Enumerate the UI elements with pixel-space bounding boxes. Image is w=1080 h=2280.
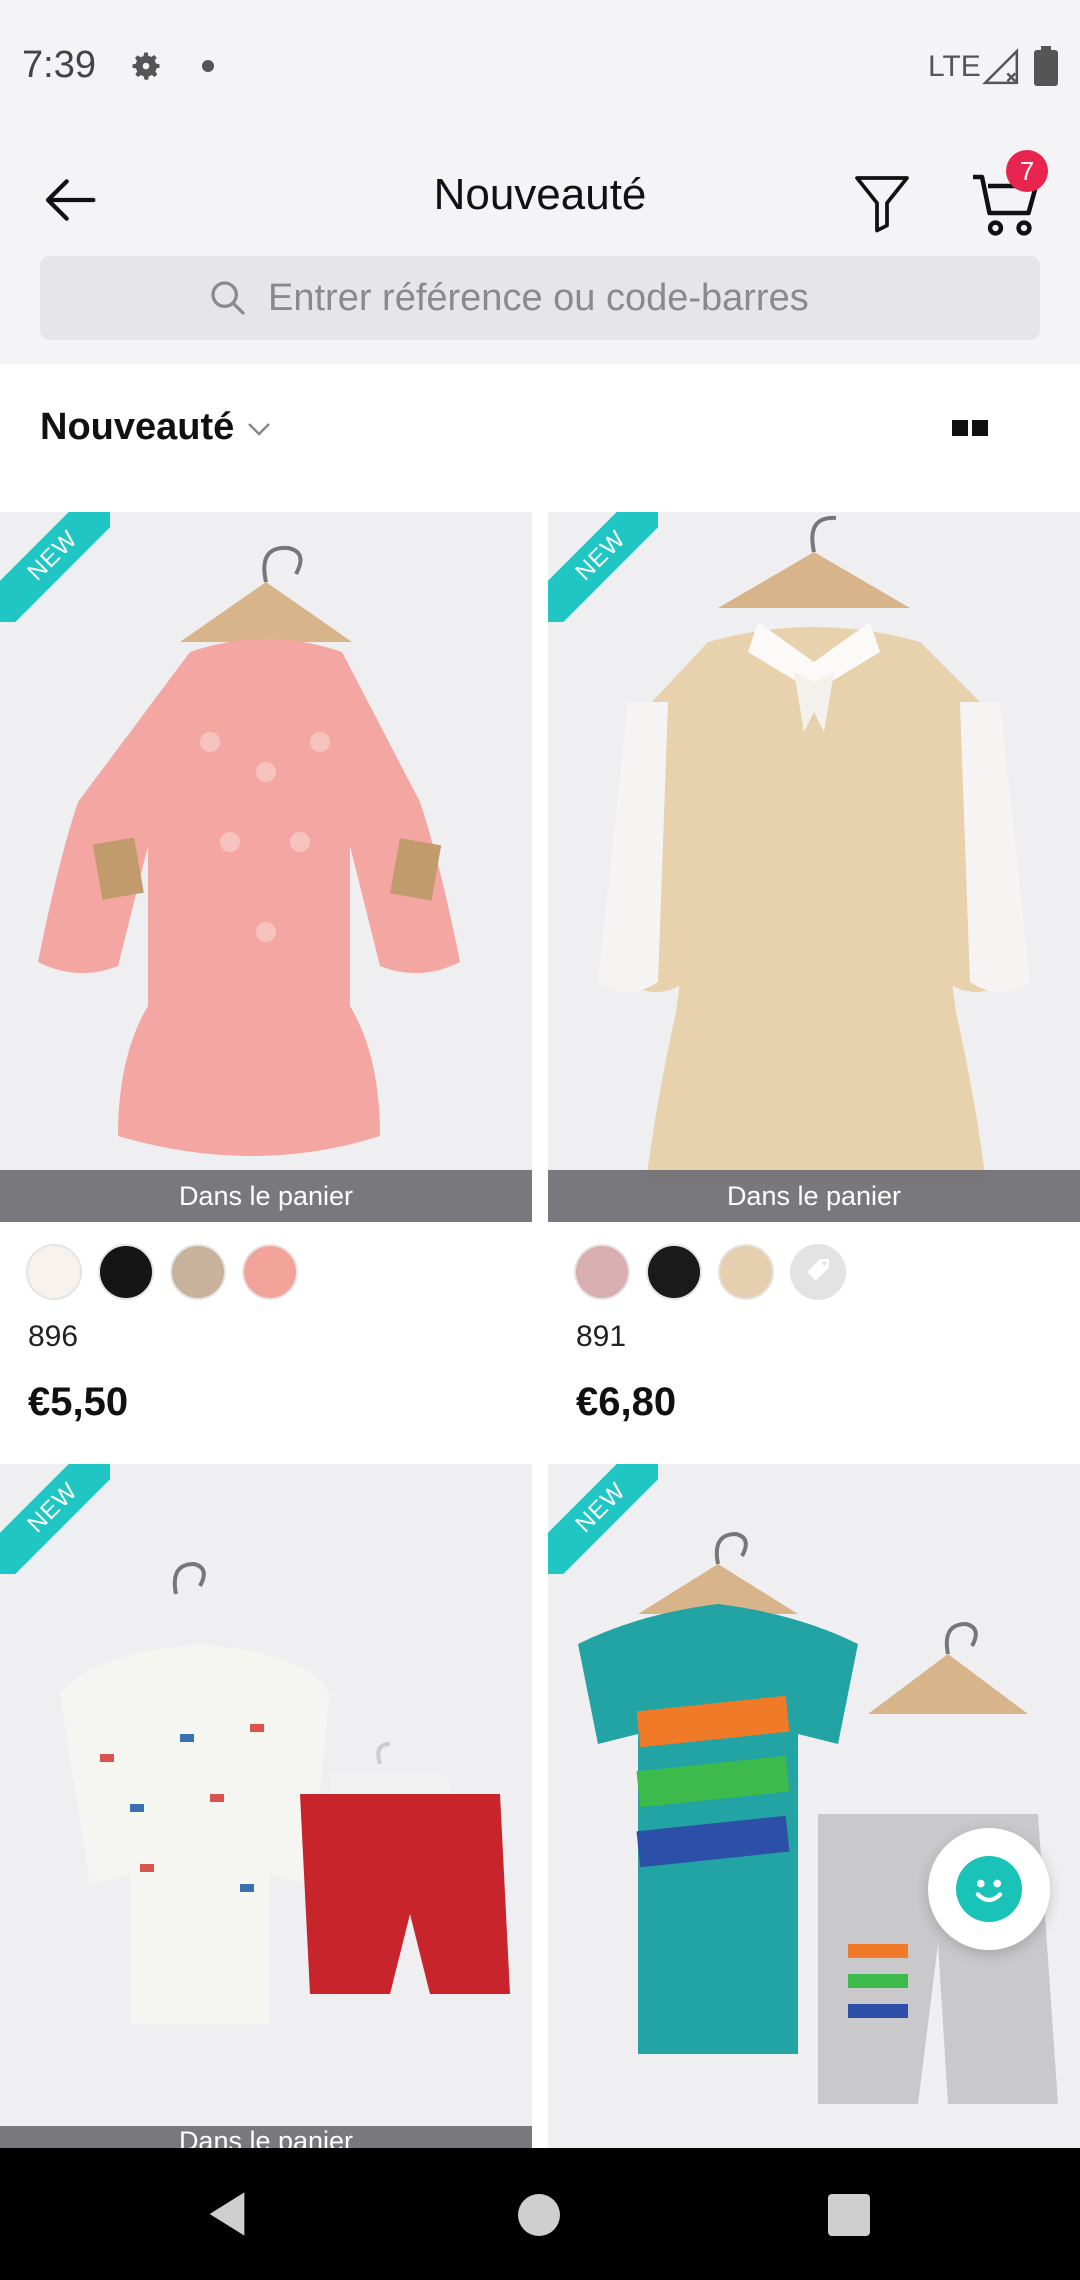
in-cart-label[interactable]: Dans le panier bbox=[0, 2126, 532, 2148]
product-image[interactable]: NEW bbox=[548, 1464, 1080, 2148]
search-input[interactable] bbox=[268, 270, 1008, 326]
color-swatch[interactable] bbox=[242, 1244, 298, 1300]
color-swatch[interactable] bbox=[26, 1244, 82, 1300]
chat-smiley-icon bbox=[956, 1856, 1022, 1922]
color-swatch[interactable] bbox=[718, 1244, 774, 1300]
system-nav-bar bbox=[0, 2148, 1080, 2280]
network-type: LTE bbox=[928, 50, 981, 83]
gear-icon bbox=[132, 52, 160, 80]
cart-count-badge: 7 bbox=[1006, 150, 1048, 192]
sort-dropdown[interactable]: Nouveauté bbox=[40, 406, 234, 449]
notification-dot bbox=[202, 60, 214, 72]
tag-icon bbox=[807, 1259, 829, 1281]
header: Nouveauté 7 bbox=[0, 130, 1080, 364]
color-swatch[interactable] bbox=[170, 1244, 226, 1300]
chevron-down-icon[interactable] bbox=[244, 414, 274, 444]
color-swatch[interactable] bbox=[98, 1244, 154, 1300]
page-title: Nouveauté bbox=[433, 170, 647, 219]
new-ribbon: NEW bbox=[548, 1464, 658, 1574]
product-image[interactable]: NEW Dans le panier bbox=[548, 512, 1080, 1222]
more-colors-swatch[interactable] bbox=[790, 1244, 846, 1300]
color-swatch[interactable] bbox=[574, 1244, 630, 1300]
nav-home-icon[interactable] bbox=[518, 2194, 560, 2236]
new-ribbon: NEW bbox=[548, 512, 658, 622]
search-bar[interactable] bbox=[40, 256, 1040, 340]
nav-recents-icon[interactable] bbox=[828, 2194, 870, 2236]
product-card[interactable]: NEW Dans le panier bbox=[0, 1464, 532, 2148]
in-cart-label[interactable]: Dans le panier bbox=[548, 1170, 1080, 1222]
nav-back-icon[interactable] bbox=[204, 2188, 250, 2240]
signal-icon bbox=[982, 48, 1019, 85]
battery-icon bbox=[1034, 46, 1058, 86]
filter-icon[interactable] bbox=[852, 170, 912, 236]
product-card[interactable]: NEW Dans le panier 891 €6,80 bbox=[548, 512, 1080, 1462]
new-ribbon: NEW bbox=[0, 512, 110, 622]
product-card[interactable]: NEW Dans le panier 896 €5,50 bbox=[0, 512, 532, 1462]
status-time: 7:39 bbox=[22, 44, 96, 86]
chat-support-button[interactable] bbox=[928, 1828, 1050, 1950]
product-image[interactable]: NEW Dans le panier bbox=[0, 512, 532, 1222]
product-card[interactable]: NEW bbox=[548, 1464, 1080, 2148]
color-swatch[interactable] bbox=[646, 1244, 702, 1300]
product-reference: 891 bbox=[576, 1320, 627, 1353]
in-cart-label[interactable]: Dans le panier bbox=[0, 1170, 532, 1222]
sort-bar: Nouveauté bbox=[0, 364, 1080, 512]
status-bar: 7:39 LTE bbox=[0, 0, 1080, 130]
grid-view-icon[interactable] bbox=[950, 416, 992, 440]
product-reference: 896 bbox=[28, 1320, 79, 1353]
product-price: €6,80 bbox=[576, 1380, 677, 1424]
search-icon bbox=[211, 281, 245, 315]
new-ribbon: NEW bbox=[0, 1464, 110, 1574]
product-price: €5,50 bbox=[28, 1380, 129, 1424]
product-image[interactable]: NEW Dans le panier bbox=[0, 1464, 532, 2148]
